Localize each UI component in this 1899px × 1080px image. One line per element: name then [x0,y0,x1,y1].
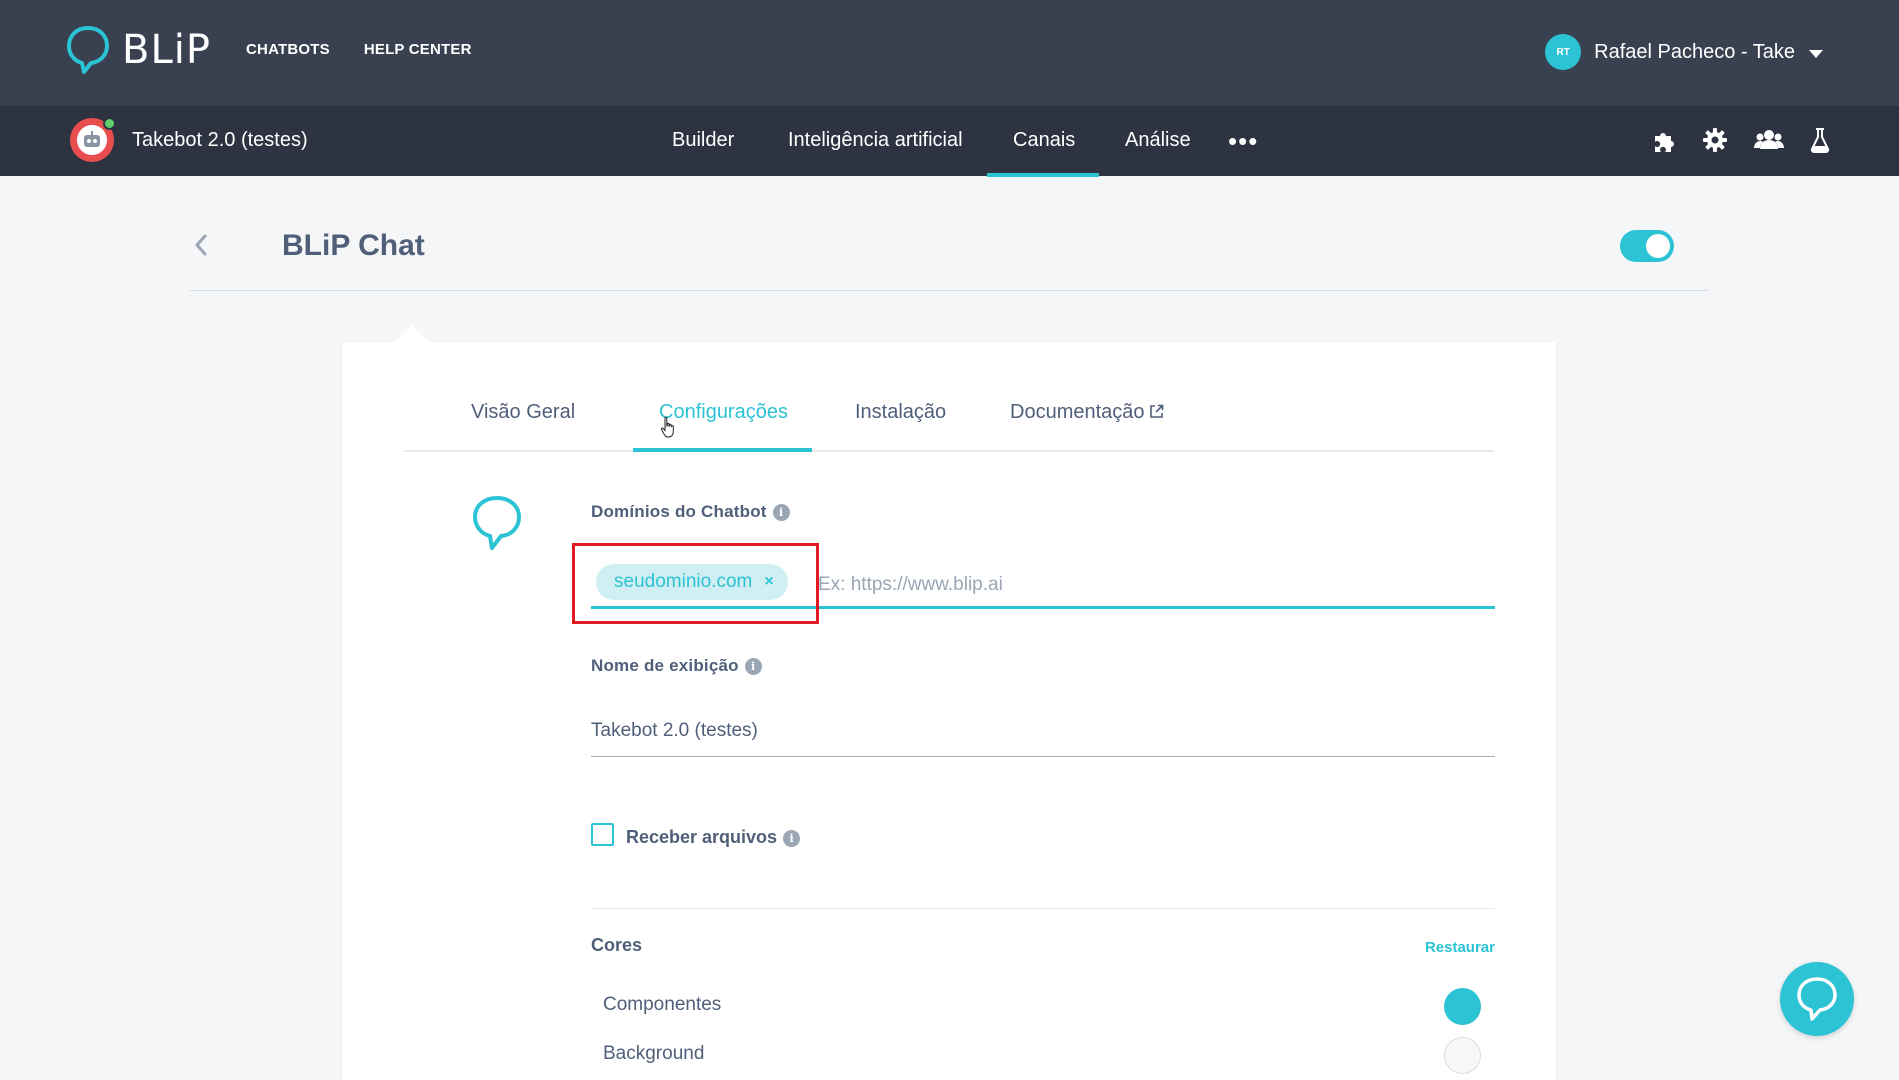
tab-builder[interactable]: Builder [672,129,734,152]
blip-logo-icon [67,26,109,74]
domains-label-text: Domínios do Chatbot [591,502,767,521]
more-menu-icon[interactable]: ••• [1228,126,1258,157]
team-icon[interactable] [1753,126,1785,154]
color-swatch-background[interactable] [1444,1037,1481,1074]
user-name: Rafael Pacheco - Take [1594,40,1795,63]
tab-documentacao[interactable]: Documentação [1010,398,1164,452]
tab-instalacao[interactable]: Instalação [855,398,946,452]
top-bar: BLiP CHATBOTS HELP CENTER RT Rafael Pach… [0,0,1899,106]
card-tabs: Visão Geral Configurações Instalação Doc… [404,398,1494,452]
info-icon[interactable]: i [772,504,790,521]
settings-card: Visão Geral Configurações Instalação Doc… [342,342,1556,1080]
nav-chatbots[interactable]: CHATBOTS [246,41,330,58]
bot-tabs: Builder Inteligência artificial Canais A… [0,106,1899,177]
toggle-knob [1646,234,1670,258]
info-icon[interactable]: i [783,830,801,847]
tab-inteligencia-artificial[interactable]: Inteligência artificial [788,129,963,152]
channel-enabled-toggle[interactable] [1620,230,1674,262]
display-name-input[interactable]: Takebot 2.0 (testes) [591,720,758,742]
receive-files-checkbox[interactable] [591,823,614,846]
brand-name: BLiP [122,27,211,73]
highlight-annotation [572,543,819,624]
gear-icon[interactable] [1701,126,1729,154]
display-name-label-text: Nome de exibição [591,656,739,675]
hand-cursor-icon [660,416,674,438]
back-arrow-icon[interactable] [190,230,212,260]
tab-analise[interactable]: Análise [1125,129,1191,152]
color-label-background: Background [603,1043,705,1064]
chat-bubble-icon [1797,977,1837,1021]
colors-section-title: Cores [591,935,643,955]
tab-documentacao-label: Documentação [1010,401,1145,423]
divider [190,290,1709,291]
user-menu[interactable]: RT Rafael Pacheco - Take [1545,34,1823,70]
domain-input[interactable] [818,570,1478,600]
nav-help-center[interactable]: HELP CENTER [364,41,472,58]
bot-bar: Takebot 2.0 (testes) Builder Inteligênci… [0,106,1899,177]
info-icon[interactable]: i [744,658,762,675]
receive-files-label[interactable]: Receber arquivos i [626,827,801,848]
chat-bubble-icon [473,496,521,550]
brand-logo[interactable]: BLiP [66,24,211,76]
chevron-down-icon [1809,49,1823,58]
color-label-componentes: Componentes [603,994,722,1015]
chat-launcher-button[interactable] [1780,962,1854,1036]
tab-configuracoes[interactable]: Configurações [633,398,812,452]
domains-label: Domínios do Chatbot i [591,502,790,522]
page-title: BLiP Chat [282,229,425,262]
receive-files-label-text: Receber arquivos [626,827,778,847]
tab-visao-geral[interactable]: Visão Geral [471,398,575,452]
avatar: RT [1545,34,1582,70]
color-swatch-componentes[interactable] [1444,988,1481,1025]
divider [591,908,1495,909]
tab-canais[interactable]: Canais [986,129,1100,177]
puzzle-icon[interactable] [1650,126,1678,154]
display-name-label: Nome de exibição i [591,656,762,676]
external-link-icon [1149,404,1163,418]
top-nav: CHATBOTS HELP CENTER [246,41,472,58]
flask-icon[interactable] [1806,126,1834,154]
reset-colors-link[interactable]: Restaurar [1425,939,1495,956]
display-name-underline [591,756,1495,757]
